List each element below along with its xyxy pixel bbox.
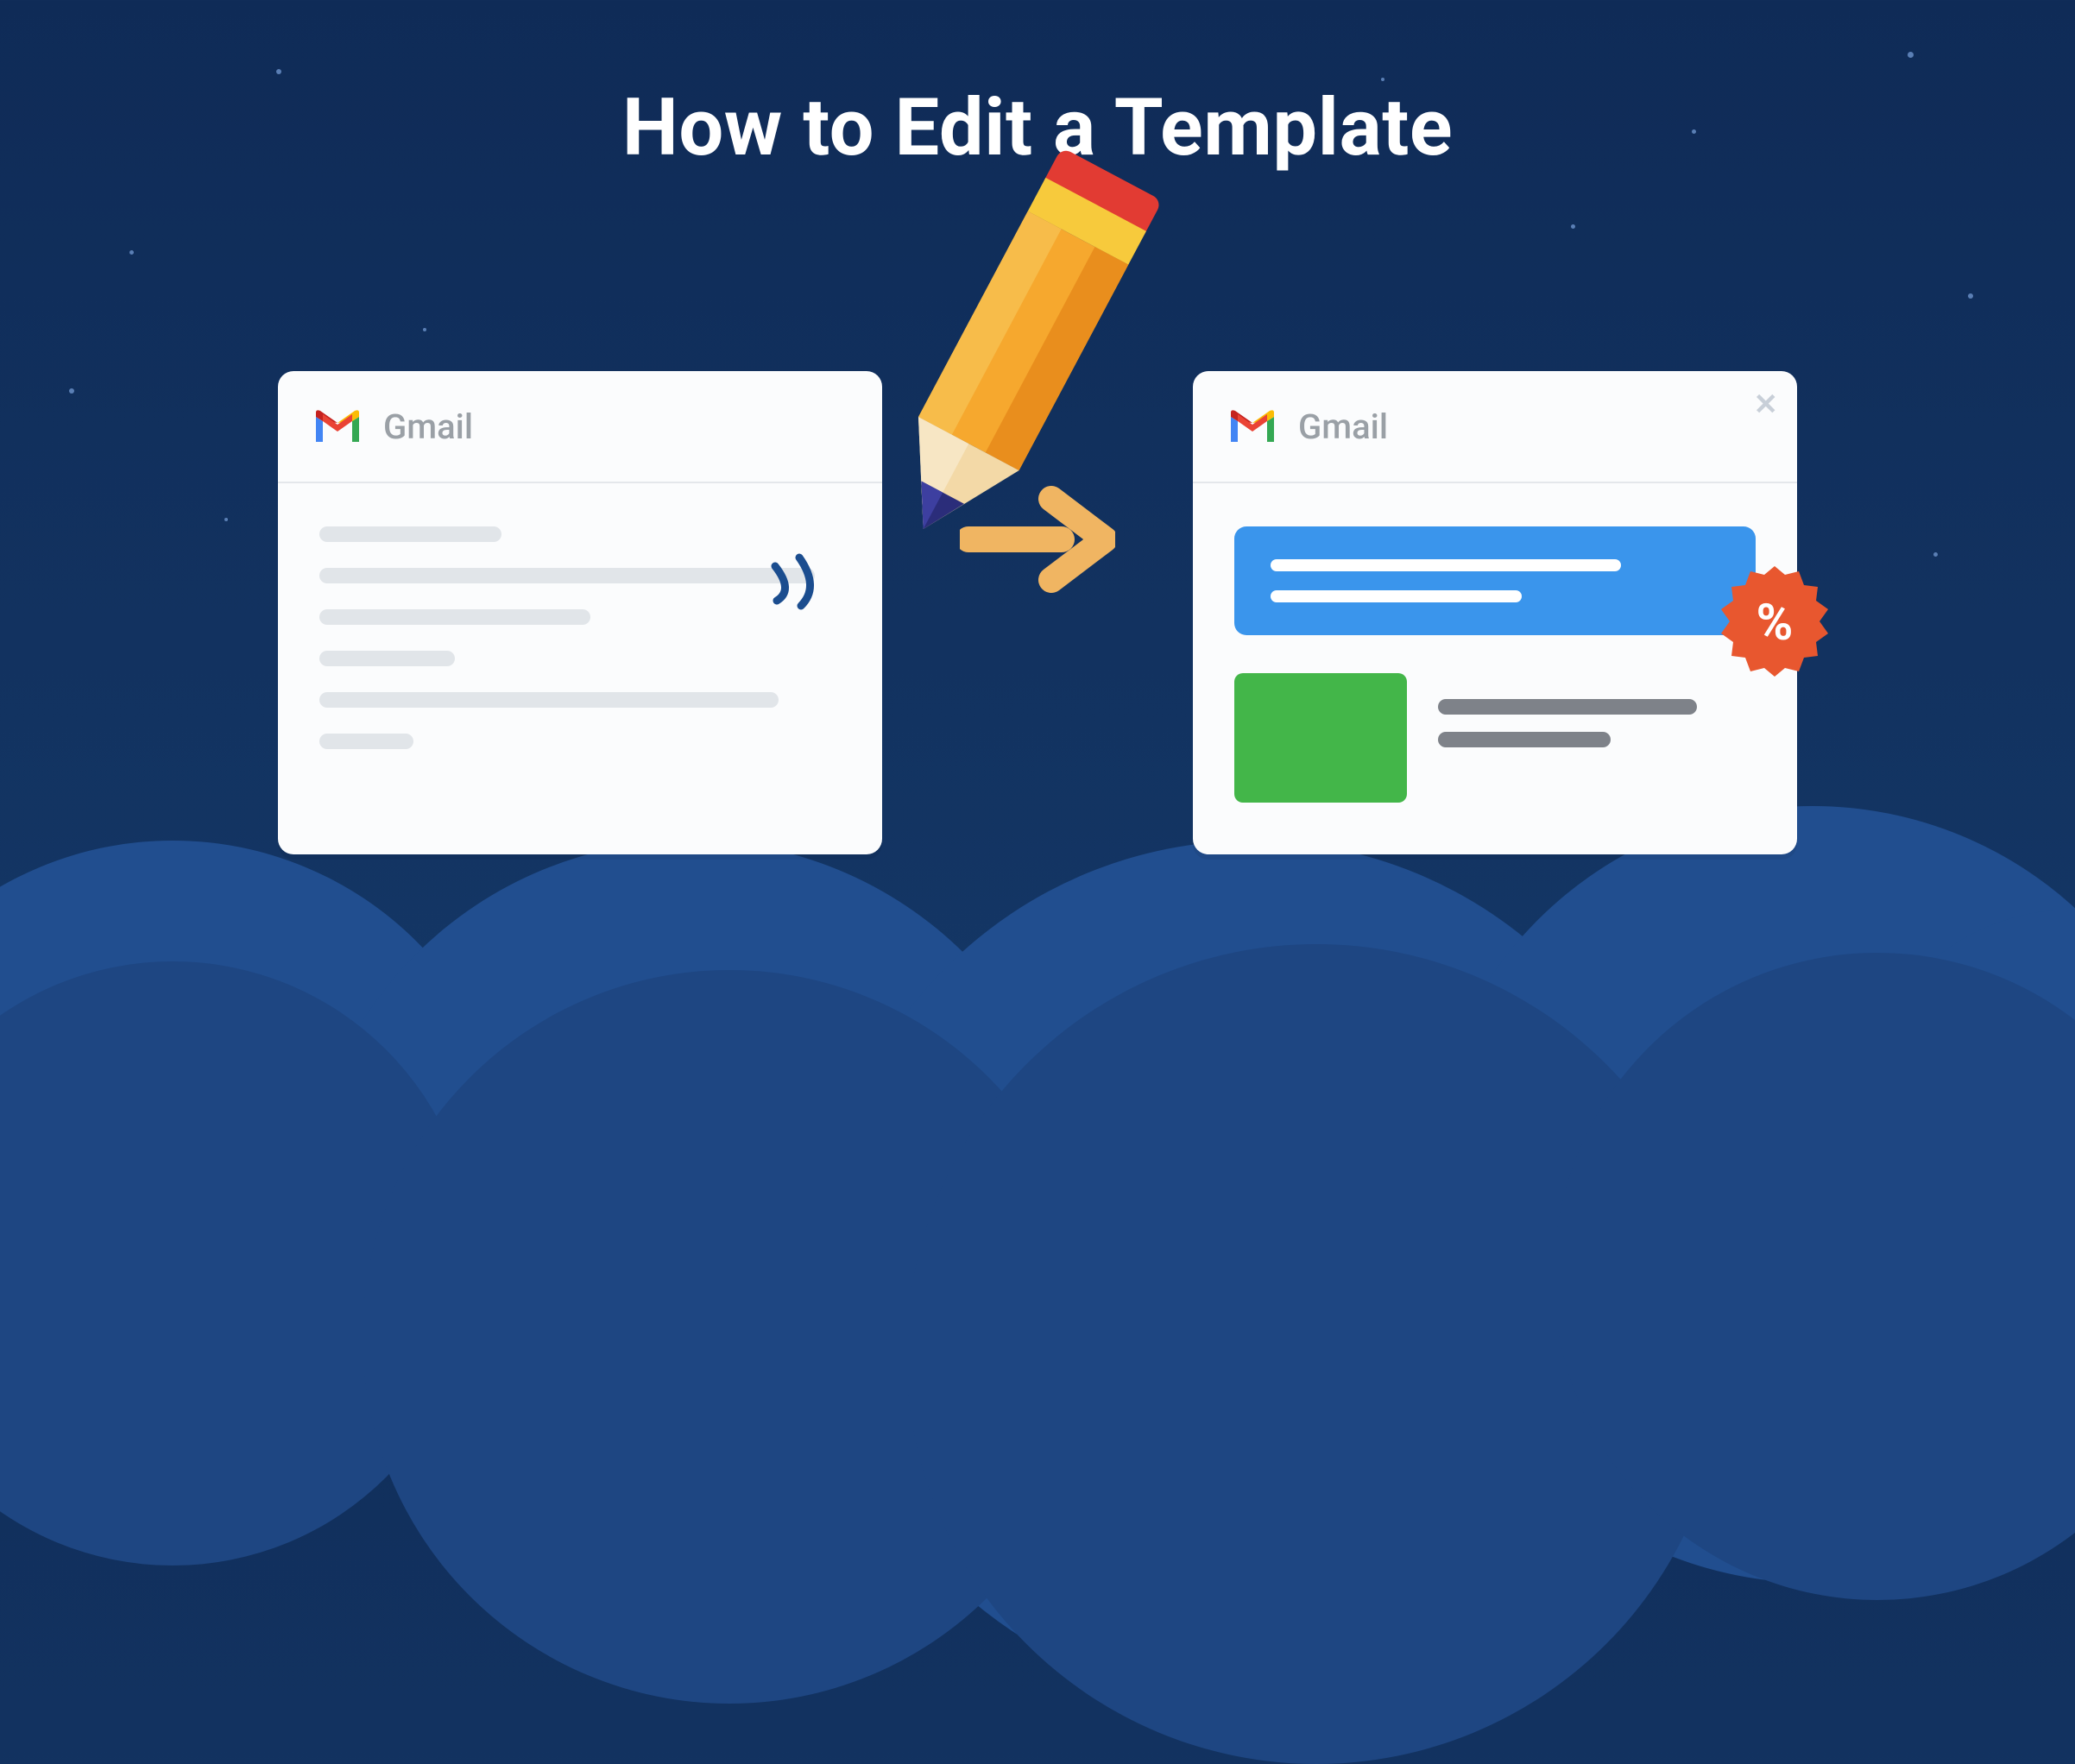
content-row bbox=[1234, 673, 1756, 803]
gmail-designed-card: Gmail ✕ % bbox=[1193, 371, 1797, 854]
text-line bbox=[319, 609, 590, 625]
text-line bbox=[319, 692, 779, 708]
banner-block bbox=[1234, 526, 1756, 635]
text-line bbox=[319, 651, 455, 666]
card-header: Gmail bbox=[278, 371, 882, 483]
illustration-stage: Gmail bbox=[0, 371, 2075, 854]
text-line bbox=[1438, 732, 1611, 747]
image-block bbox=[1234, 673, 1407, 803]
banner-line bbox=[1271, 559, 1621, 571]
app-label: Gmail bbox=[1298, 406, 1388, 447]
text-block bbox=[1438, 673, 1697, 765]
gmail-icon bbox=[1227, 407, 1277, 445]
page-title: How to Edit a Template bbox=[0, 82, 2075, 174]
discount-symbol: % bbox=[1756, 594, 1794, 652]
card-body: % bbox=[1193, 483, 1797, 846]
text-line bbox=[319, 526, 501, 542]
discount-badge-icon: % bbox=[1714, 563, 1835, 684]
card-header: Gmail ✕ bbox=[1193, 371, 1797, 483]
banner-line bbox=[1271, 590, 1522, 602]
gmail-plain-card: Gmail bbox=[278, 371, 882, 854]
card-body bbox=[278, 483, 882, 792]
close-icon: ✕ bbox=[1754, 390, 1779, 419]
text-line bbox=[319, 568, 815, 583]
text-line bbox=[1438, 699, 1697, 715]
app-label: Gmail bbox=[383, 406, 473, 447]
text-line bbox=[319, 734, 413, 749]
gmail-icon bbox=[312, 407, 363, 445]
arrow-icon bbox=[960, 483, 1115, 595]
